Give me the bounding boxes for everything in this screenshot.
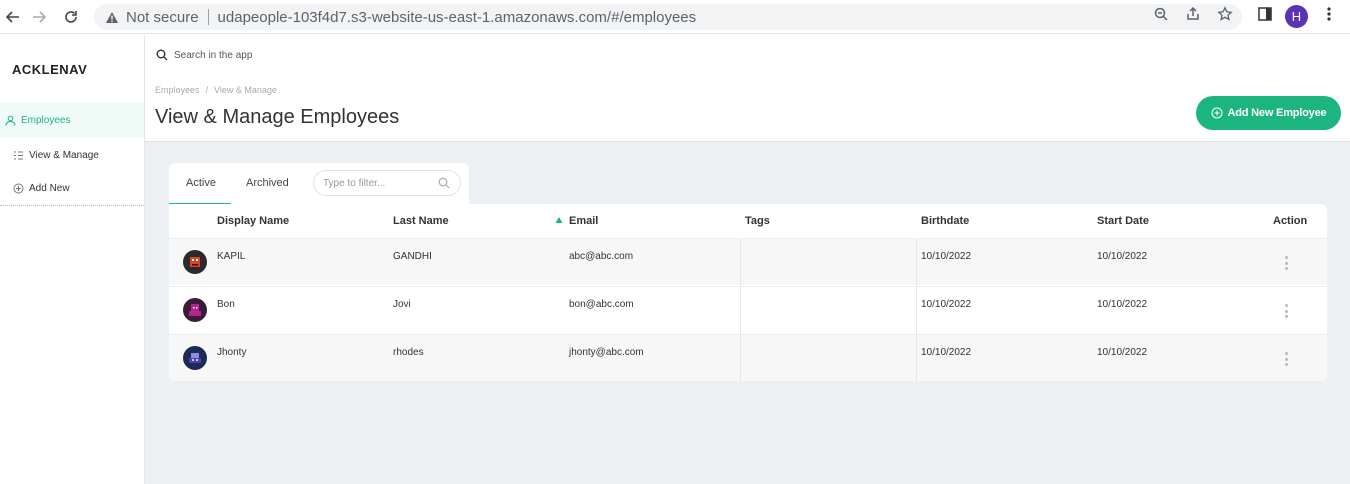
- main-content: Active Archived Type to filter... Displa…: [145, 142, 1350, 484]
- cell-display-name: Bon: [217, 299, 235, 310]
- sidebar-item-view-manage[interactable]: View & Manage: [0, 140, 144, 170]
- breadcrumb-separator: /: [205, 85, 209, 95]
- column-header-last-name[interactable]: Last Name: [393, 215, 449, 227]
- list-icon: [13, 150, 24, 161]
- search-icon: [155, 48, 169, 62]
- tab-archived[interactable]: Archived: [246, 177, 289, 189]
- column-header-display-name[interactable]: Display Name: [217, 215, 289, 227]
- divider: [207, 9, 209, 25]
- side-panel-icon[interactable]: [1256, 5, 1274, 23]
- person-icon: [5, 115, 16, 126]
- cell-last-name: GANDHI: [393, 251, 432, 262]
- warning-icon: [104, 9, 120, 25]
- cell-divider: [740, 335, 741, 381]
- sidebar-item-add-new[interactable]: Add New: [0, 173, 144, 203]
- cell-divider: [916, 335, 917, 381]
- breadcrumb: Employees / View & Manage: [155, 85, 283, 95]
- tabs-bar: Active Archived Type to filter...: [169, 163, 469, 205]
- search-input[interactable]: Search in the app: [155, 43, 1075, 67]
- column-header-birthdate[interactable]: Birthdate: [921, 215, 969, 227]
- sidebar-item-label: View & Manage: [29, 149, 99, 161]
- cell-birthdate: 10/10/2022: [921, 251, 972, 262]
- cell-last-name: Jovi: [393, 299, 411, 310]
- sidebar: ACKLENAV Employees View & Manage Add New: [0, 35, 145, 484]
- search-placeholder: Search in the app: [174, 49, 253, 61]
- back-arrow-icon[interactable]: [2, 6, 24, 28]
- reload-icon[interactable]: [60, 6, 82, 28]
- cell-birthdate: 10/10/2022: [921, 347, 972, 358]
- cell-email: bon@abc.com: [569, 299, 634, 310]
- app: ACKLENAV Employees View & Manage Add New: [0, 35, 1350, 484]
- cell-divider: [916, 287, 917, 334]
- filter-placeholder: Type to filter...: [323, 177, 386, 189]
- cell-display-name: KAPIL: [217, 251, 246, 262]
- plus-circle-icon: [1211, 107, 1224, 120]
- zoom-icon[interactable]: [1152, 5, 1170, 23]
- sidebar-item-label: Employees: [21, 114, 71, 126]
- profile-avatar[interactable]: H: [1285, 5, 1308, 28]
- add-button-label: Add New Employee: [1227, 107, 1327, 119]
- cell-start-date: 10/10/2022: [1097, 299, 1148, 310]
- plus-circle-icon: [13, 183, 24, 194]
- kebab-menu-icon[interactable]: [1281, 352, 1291, 366]
- page-header: Search in the app Employees / View & Manag…: [145, 35, 1350, 142]
- sort-asc-icon[interactable]: [555, 216, 563, 224]
- sidebar-item-label: Add New: [29, 182, 70, 194]
- tab-active[interactable]: Active: [186, 177, 216, 189]
- kebab-menu-icon[interactable]: [1281, 256, 1291, 270]
- column-header-action: Action: [1273, 215, 1308, 227]
- breadcrumb-item[interactable]: Employees: [155, 85, 200, 95]
- employees-table: Display Name Last Name Email Tags Birthd…: [169, 204, 1327, 381]
- forward-arrow-icon[interactable]: [28, 6, 50, 28]
- cell-email: abc@abc.com: [569, 251, 634, 262]
- column-header-tags[interactable]: Tags: [745, 215, 770, 227]
- table-row[interactable]: Bon Jovi bon@abc.com 10/10/2022 10/10/20…: [169, 286, 1327, 334]
- page-title: View & Manage Employees: [155, 106, 400, 128]
- menu-icon[interactable]: [1320, 5, 1338, 23]
- cell-divider: [740, 239, 741, 286]
- cell-divider: [740, 287, 741, 334]
- share-icon[interactable]: [1184, 5, 1202, 23]
- table-row[interactable]: KAPIL GANDHI abc@abc.com 10/10/2022 10/1…: [169, 238, 1327, 286]
- kebab-menu-icon[interactable]: [1281, 304, 1291, 318]
- divider: [0, 205, 144, 206]
- cell-divider: [916, 239, 917, 286]
- cell-email: jhonty@abc.com: [569, 347, 644, 358]
- breadcrumb-item: View & Manage: [214, 85, 277, 95]
- column-header-email[interactable]: Email: [569, 215, 598, 227]
- star-icon[interactable]: [1216, 5, 1234, 23]
- logo: ACKLENAV: [12, 62, 88, 77]
- cell-display-name: Jhonty: [217, 347, 247, 358]
- avatar: [183, 346, 207, 370]
- column-header-start-date[interactable]: Start Date: [1097, 215, 1149, 227]
- filter-input[interactable]: Type to filter...: [313, 170, 461, 196]
- search-icon: [438, 177, 450, 189]
- avatar: [183, 298, 207, 322]
- table-header: Display Name Last Name Email Tags Birthd…: [169, 204, 1327, 238]
- cell-last-name: rhodes: [393, 347, 424, 358]
- table-row[interactable]: Jhonty rhodes jhonty@abc.com 10/10/2022 …: [169, 334, 1327, 381]
- cell-birthdate: 10/10/2022: [921, 299, 972, 310]
- url-text: udapeople-103f4d7.s3-website-us-east-1.a…: [217, 8, 697, 26]
- add-new-employee-button[interactable]: Add New Employee: [1196, 96, 1341, 130]
- security-label: Not secure: [126, 8, 199, 26]
- sidebar-item-employees[interactable]: Employees: [0, 102, 144, 138]
- address-bar[interactable]: Not secure udapeople-103f4d7.s3-website-…: [94, 4, 1242, 30]
- cell-start-date: 10/10/2022: [1097, 347, 1148, 358]
- browser-toolbar: Not secure udapeople-103f4d7.s3-website-…: [0, 0, 1350, 34]
- cell-start-date: 10/10/2022: [1097, 251, 1148, 262]
- avatar: [183, 250, 207, 274]
- table-body: KAPIL GANDHI abc@abc.com 10/10/2022 10/1…: [169, 238, 1327, 381]
